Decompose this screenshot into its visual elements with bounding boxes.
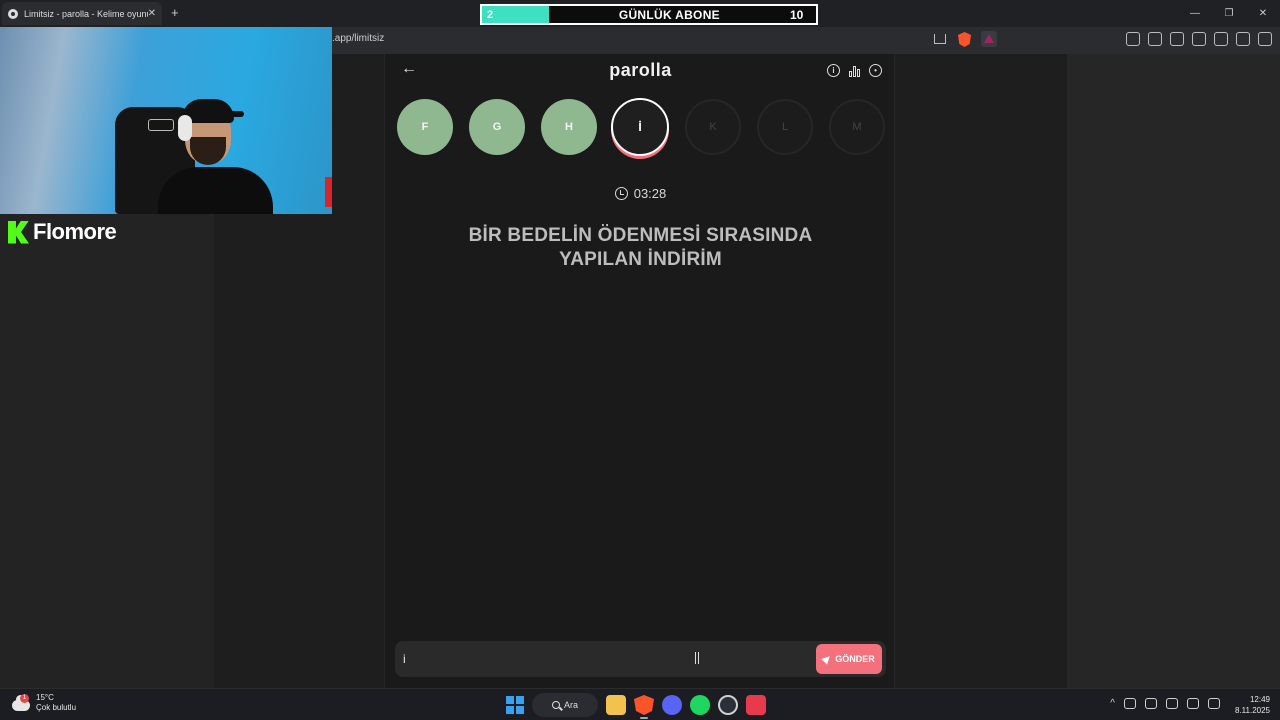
letter-track: F G H İ K L M (397, 98, 887, 159)
clock-time: 12:49 (1249, 695, 1270, 704)
chair-logo (148, 119, 174, 131)
letter-circle-h: H (541, 99, 597, 155)
taskbar-search[interactable]: Ara (532, 693, 598, 717)
display-icon[interactable] (1187, 698, 1199, 709)
letter-circle-f: F (397, 99, 453, 155)
spotify-icon[interactable] (690, 695, 710, 715)
tab-close-icon[interactable]: ✕ (148, 8, 156, 19)
weather-temp: 15°C (36, 693, 54, 702)
windows-start-icon[interactable] (506, 696, 524, 714)
active-indicator (640, 717, 648, 719)
toolbar-actions (1126, 32, 1272, 46)
valorant-icon[interactable] (746, 695, 766, 715)
minimize-button[interactable]: — (1178, 0, 1212, 27)
system-tray: ^ (1110, 698, 1220, 709)
parolla-app: ← parolla i • F G H İ K L M 03:28 BİR BE… (384, 54, 895, 688)
profile-icon[interactable]: • (869, 64, 882, 77)
taskbar-apps: Ara (506, 693, 766, 719)
sub-goal-progress: 2 (482, 6, 549, 23)
info-icon[interactable]: i (827, 64, 840, 77)
screen: Limitsiz - parolla - Kelime oyunu ✕ + — … (0, 0, 1280, 720)
letter-circle-k: K (685, 99, 741, 155)
weather-badge: 1 (20, 694, 29, 703)
close-window-button[interactable]: ✕ (1246, 0, 1280, 27)
new-tab-button[interactable]: + (171, 5, 179, 20)
text-cursor-icon (695, 652, 699, 664)
search-label: Ara (563, 700, 578, 710)
sub-goal-target: 10 (790, 7, 804, 22)
sidebar-icon[interactable] (1170, 32, 1184, 46)
vpn-icon[interactable] (1236, 32, 1250, 46)
sub-goal-label: GÜNLÜK ABONE (618, 7, 720, 22)
extensions-icon[interactable] (1126, 32, 1140, 46)
letter-circle-m: M (829, 99, 885, 155)
windows-taskbar: 1 15°C Çok bulutlu Ara ^ 12:49 8.11.2025 (0, 688, 1280, 720)
answer-input[interactable] (403, 647, 803, 671)
wallet-icon[interactable] (1192, 32, 1206, 46)
right-panel (1067, 54, 1280, 688)
cloud-icon: 1 (12, 694, 32, 711)
file-explorer-icon[interactable] (606, 695, 626, 715)
window-controls: — ❐ ✕ (1178, 0, 1280, 27)
timer-value: 03:28 (633, 186, 667, 201)
reader-icon[interactable] (1148, 32, 1162, 46)
countdown-timer: 03:28 (385, 186, 896, 201)
weather-widget[interactable]: 1 15°C Çok bulutlu (12, 693, 76, 713)
header-icons: i • (827, 64, 882, 77)
red-light (325, 177, 332, 207)
stats-icon[interactable] (848, 64, 861, 77)
weather-desc: Çok bulutlu (36, 703, 77, 712)
letter-circle-l: L (757, 99, 813, 155)
question-text: BİR BEDELİN ÖDENMESİ SIRASINDA YAPILAN İ… (468, 225, 813, 270)
streamer-badge: Flomore (8, 219, 117, 245)
webcam-overlay (0, 27, 332, 214)
clock-date: 8.11.2025 (1235, 706, 1270, 715)
discord-icon[interactable] (662, 695, 682, 715)
brave-taskbar-item[interactable] (634, 695, 654, 719)
clock-icon (614, 187, 628, 200)
tray-app-icon[interactable] (1124, 698, 1136, 709)
app-brand: parolla (609, 60, 672, 80)
tray-expand-icon[interactable]: ^ (1110, 698, 1115, 709)
tab-favicon-icon (8, 8, 18, 19)
leo-icon[interactable] (1214, 32, 1228, 46)
send-label: GÖNDER (835, 654, 875, 664)
volume-icon[interactable] (1208, 698, 1220, 709)
share-icon[interactable] (934, 34, 946, 44)
streamer-name: Flomore (33, 219, 117, 244)
streamer-body (158, 167, 273, 214)
browser-tab[interactable]: Limitsiz - parolla - Kelime oyunu ✕ (2, 2, 162, 25)
brave-rewards-icon[interactable] (981, 31, 997, 47)
sync-icon[interactable] (1145, 698, 1157, 709)
tab-title: Limitsiz - parolla - Kelime oyunu (24, 8, 148, 19)
microphone-icon[interactable] (1166, 698, 1178, 709)
steam-icon[interactable] (718, 695, 738, 715)
sub-goal-bar: 2 GÜNLÜK ABONE 10 (480, 4, 818, 25)
send-icon (821, 653, 833, 665)
restore-button[interactable]: ❐ (1212, 0, 1246, 27)
answer-bar: GÖNDER (395, 641, 886, 677)
brave-icon (634, 695, 654, 715)
address-bar[interactable]: .app/limitsiz (332, 33, 384, 44)
letter-circle-g: G (469, 99, 525, 155)
kick-logo-icon (8, 220, 29, 244)
menu-icon[interactable] (1258, 32, 1272, 46)
send-button[interactable]: GÖNDER (816, 644, 882, 674)
app-header: ← parolla i • (385, 54, 896, 88)
weather-text: 15°C Çok bulutlu (36, 693, 76, 713)
headphone (178, 115, 192, 141)
search-icon (551, 701, 560, 709)
letter-circle-i-active: İ (611, 98, 669, 156)
taskbar-clock[interactable]: 12:49 8.11.2025 (1235, 694, 1270, 716)
